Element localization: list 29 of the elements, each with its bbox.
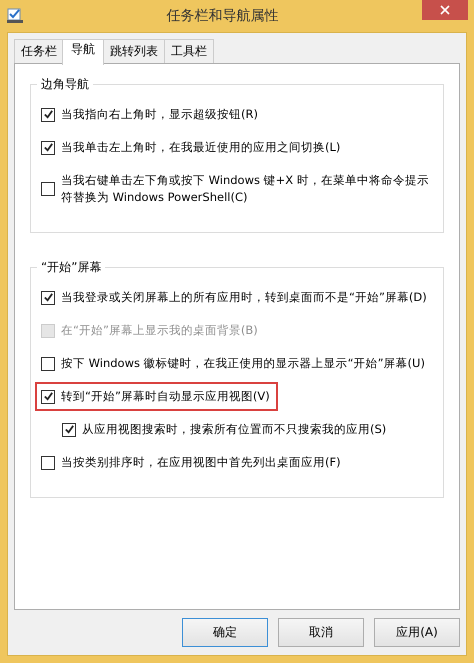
group-title: “开始”屏幕 xyxy=(37,259,106,276)
tab[interactable]: 导航 xyxy=(62,39,104,65)
close-button[interactable] xyxy=(422,0,468,20)
tab[interactable]: 任务栏 xyxy=(14,39,64,63)
checkbox[interactable] xyxy=(41,356,55,370)
checkbox-label: 当我登录或关闭屏幕上的所有应用时，转到桌面而不是“开始”屏幕(D) xyxy=(61,289,427,306)
checkbox-label: 当我指向右上角时，显示超级按钮(R) xyxy=(61,106,258,123)
checkbox[interactable] xyxy=(41,290,55,304)
dialog-button[interactable]: 确定 xyxy=(182,618,268,647)
checkbox-label: 转到“开始”屏幕时自动显示应用视图(V) xyxy=(61,388,270,405)
tab[interactable]: 工具栏 xyxy=(164,39,214,63)
checkbox[interactable] xyxy=(41,108,55,122)
checkbox[interactable] xyxy=(41,456,55,470)
dialog-button[interactable]: 取消 xyxy=(278,618,364,647)
dialog-button[interactable]: 应用(A) xyxy=(374,618,460,647)
checkbox[interactable] xyxy=(41,140,55,154)
close-icon xyxy=(440,5,450,15)
checkbox-label: 按下 Windows 徽标键时，在我正使用的显示器上显示“开始”屏幕(U) xyxy=(61,355,425,372)
group-title: 边角导航 xyxy=(37,76,93,93)
checkbox[interactable] xyxy=(41,182,55,196)
checkbox[interactable] xyxy=(41,390,55,404)
window-title: 任务栏和导航属性 xyxy=(166,7,280,25)
checkbox-label: 当我单击左上角时，在我最近使用的应用之间切换(L) xyxy=(61,139,340,156)
checkbox[interactable] xyxy=(62,422,76,436)
checkbox-window-icon xyxy=(7,8,23,24)
checkbox-label: 当按类别排序时，在应用视图中首先列出桌面应用(F) xyxy=(61,454,341,471)
checkbox-label: 当我右键单击左下角或按下 Windows 键+X 时，在菜单中将命令提示符替换为 Windows PowerShell(C) xyxy=(61,172,430,206)
checkbox-label: 从应用视图搜索时，搜索所有位置而不只搜索我的应用(S) xyxy=(82,421,386,438)
checkbox-label: 在“开始”屏幕上显示我的桌面背景(B) xyxy=(61,322,258,339)
